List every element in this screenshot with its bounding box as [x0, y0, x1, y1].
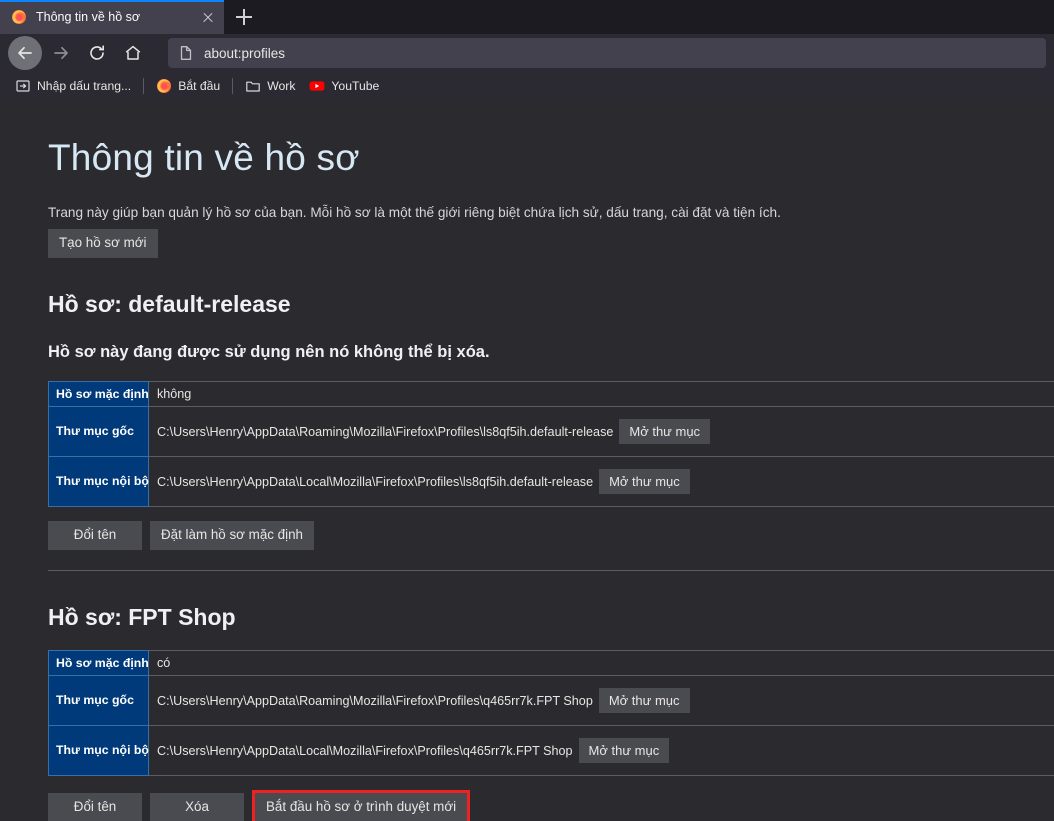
bookmark-label: YouTube: [331, 78, 380, 93]
row-label-local-dir: Thư mục nội bộ: [48, 724, 149, 776]
page-description: Trang này giúp bạn quản lý hồ sơ của bạn…: [48, 205, 781, 220]
firefox-icon: [156, 78, 172, 94]
local-path-text: C:\Users\Henry\AppData\Local\Mozilla\Fir…: [157, 474, 594, 489]
create-profile-button[interactable]: Tạo hồ sơ mới: [48, 229, 158, 258]
row-value-root-dir: C:\Users\Henry\AppData\Roaming\Mozilla\F…: [149, 675, 1054, 725]
open-local-dir-button[interactable]: Mở thư mục: [578, 737, 670, 763]
page-doc-icon: [178, 45, 194, 61]
back-arrow-icon[interactable]: [8, 36, 42, 70]
bookmark-start[interactable]: Bắt đầu: [149, 75, 227, 97]
tab-strip: Thông tin về hồ sơ: [0, 0, 1054, 34]
profile-heading: Hồ sơ: FPT Shop: [48, 603, 236, 630]
delete-profile-button[interactable]: Xóa: [150, 792, 244, 821]
local-path-text: C:\Users\Henry\AppData\Local\Mozilla\Fir…: [157, 743, 573, 758]
row-value-local-dir: C:\Users\Henry\AppData\Local\Mozilla\Fir…: [149, 456, 1054, 506]
url-bar[interactable]: about:profiles: [168, 38, 1046, 68]
import-bookmarks-icon: [15, 78, 31, 94]
reload-icon[interactable]: [80, 36, 114, 70]
row-value-root-dir: C:\Users\Henry\AppData\Roaming\Mozilla\F…: [149, 406, 1054, 456]
row-label-default: Hồ sơ mặc định: [48, 380, 149, 407]
bookmark-youtube[interactable]: YouTube: [302, 75, 386, 97]
profile-actions: Đổi tên Đặt làm hồ sơ mặc định: [48, 520, 1054, 550]
navigation-toolbar: about:profiles: [0, 34, 1054, 72]
rename-profile-button[interactable]: Đổi tên: [48, 792, 142, 821]
youtube-icon: [309, 78, 325, 94]
row-value-local-dir: C:\Users\Henry\AppData\Local\Mozilla\Fir…: [149, 725, 1054, 775]
forward-arrow-icon[interactable]: [44, 36, 78, 70]
tab-title: Thông tin về hồ sơ: [36, 10, 141, 24]
rename-profile-button[interactable]: Đổi tên: [48, 520, 142, 550]
bookmark-work[interactable]: Work: [238, 75, 302, 97]
row-label-root-dir: Thư mục gốc: [48, 405, 149, 457]
firefox-icon: [11, 9, 27, 25]
bookmark-label: Work: [267, 78, 296, 93]
browser-tab[interactable]: Thông tin về hồ sơ: [0, 0, 224, 34]
open-local-dir-button[interactable]: Mở thư mục: [599, 468, 690, 494]
bookmark-label: Bắt đầu: [178, 78, 221, 93]
row-value-default: không: [157, 386, 192, 401]
open-root-dir-button[interactable]: Mở thư mục: [598, 687, 690, 713]
bookmark-label: Nhập dấu trang...: [37, 78, 132, 93]
toolbar-separator: [232, 77, 234, 94]
toolbar-separator: [143, 77, 145, 94]
page-title: Thông tin về hồ sơ: [48, 137, 360, 178]
row-label-root-dir: Thư mục gốc: [48, 674, 149, 726]
root-path-text: C:\Users\Henry\AppData\Roaming\Mozilla\F…: [157, 693, 593, 708]
open-root-dir-button[interactable]: Mở thư mục: [619, 418, 711, 444]
section-divider: [48, 569, 1054, 571]
profile-table: Hồ sơ mặc định có Thư mục gốc C:\Users\H…: [48, 649, 1054, 776]
profile-heading: Hồ sơ: default-release: [48, 290, 291, 317]
launch-profile-new-browser-button[interactable]: Bắt đầu hồ sơ ở trình duyệt mới: [252, 789, 471, 821]
table-row: Thư mục nội bộ C:\Users\Henry\AppData\Lo…: [48, 724, 1054, 776]
row-value-default: có: [157, 655, 171, 670]
url-text: about:profiles: [204, 45, 286, 61]
folder-icon: [245, 78, 261, 94]
table-row: Thư mục nội bộ C:\Users\Henry\AppData\Lo…: [48, 455, 1054, 507]
new-tab-button[interactable]: [228, 2, 260, 32]
row-label-default: Hồ sơ mặc định: [48, 649, 149, 676]
profile-actions: Đổi tên Xóa Bắt đầu hồ sơ ở trình duyệt …: [48, 789, 1054, 821]
table-row: Hồ sơ mặc định không: [48, 380, 1054, 407]
close-icon[interactable]: [198, 7, 218, 27]
about-profiles-page: Thông tin về hồ sơ Trang này giúp bạn qu…: [0, 99, 1054, 821]
row-label-local-dir: Thư mục nội bộ: [48, 455, 149, 507]
root-path-text: C:\Users\Henry\AppData\Roaming\Mozilla\F…: [157, 424, 614, 439]
bookmarks-toolbar: Nhập dấu trang... Bắt đầu Work YouTube: [0, 72, 1054, 99]
profile-in-use-note: Hồ sơ này đang được sử dụng nên nó không…: [48, 342, 490, 361]
set-default-profile-button[interactable]: Đặt làm hồ sơ mặc định: [150, 520, 315, 550]
table-row: Thư mục gốc C:\Users\Henry\AppData\Roami…: [48, 405, 1054, 457]
home-icon[interactable]: [116, 36, 150, 70]
table-row: Hồ sơ mặc định có: [48, 649, 1054, 676]
browser-chrome: Thông tin về hồ sơ about:profiles Nhập d…: [0, 0, 1054, 99]
table-row: Thư mục gốc C:\Users\Henry\AppData\Roami…: [48, 674, 1054, 726]
profile-table: Hồ sơ mặc định không Thư mục gốc C:\User…: [48, 380, 1054, 507]
bookmark-import[interactable]: Nhập dấu trang...: [8, 75, 138, 97]
